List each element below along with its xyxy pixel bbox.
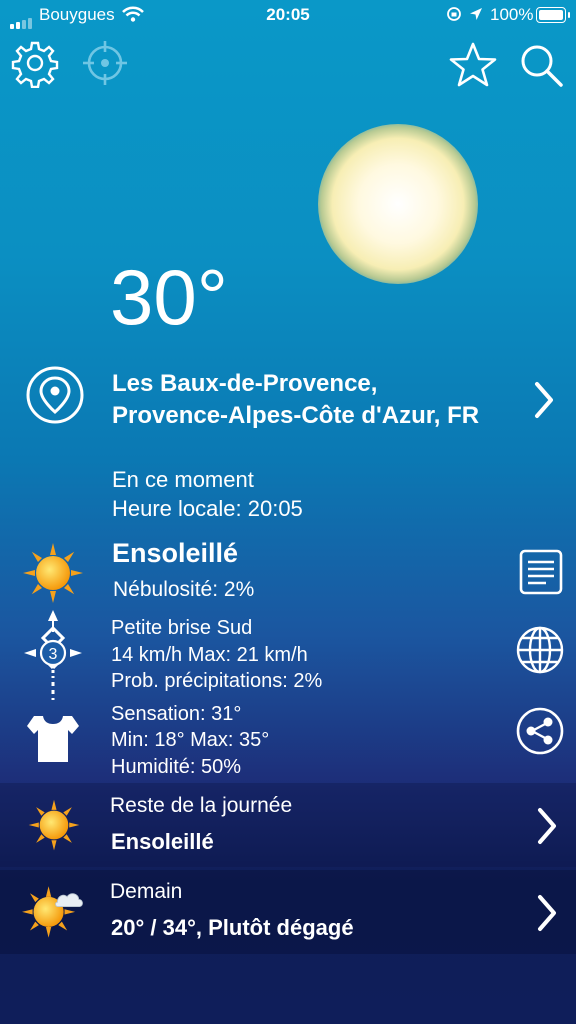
wind-force: 3 <box>49 646 58 663</box>
share-icon[interactable] <box>515 706 565 756</box>
search-icon[interactable] <box>516 40 566 90</box>
location-region: Provence-Alpes-Côte d'Azur, FR <box>112 402 480 429</box>
feels-like: Sensation: 31° <box>111 703 242 725</box>
location-pin-icon[interactable] <box>25 365 85 425</box>
gear-icon[interactable] <box>10 38 60 88</box>
local-time: Heure locale: 20:05 <box>112 496 303 521</box>
rotation-lock-icon <box>447 7 461 21</box>
sun-icon <box>28 799 80 851</box>
location-city: Les Baux-de-Provence, <box>112 370 378 397</box>
precip-probability: Prob. précipitations: 2% <box>111 670 323 692</box>
condition-title: Ensoleillé <box>112 538 239 568</box>
details-document-icon[interactable] <box>518 548 564 596</box>
rest-of-day-label: Reste de la journée <box>110 794 293 817</box>
chevron-right-icon[interactable] <box>536 806 558 846</box>
wind-speed: 14 km/h Max: 21 km/h <box>111 644 308 666</box>
location-name[interactable]: Les Baux-de-Provence, Provence-Alpes-Côt… <box>112 368 479 432</box>
battery-icon <box>536 7 570 23</box>
min-max: Min: 18° Max: 35° <box>111 729 270 751</box>
tomorrow-label: Demain <box>110 880 183 903</box>
chevron-right-icon[interactable] <box>533 380 555 420</box>
wind-description: Petite brise Sud <box>111 617 253 639</box>
crosshair-icon[interactable] <box>80 38 130 88</box>
rest-of-day-value: Ensoleillé <box>111 829 214 854</box>
cloud-cover: Nébulosité: 2% <box>113 578 255 601</box>
tomorrow-value: 20° / 34°, Plutôt dégagé <box>111 915 354 940</box>
status-bar: Bouygues 20:05 100% <box>0 0 576 30</box>
sun-illustration <box>318 124 478 284</box>
star-icon[interactable] <box>448 40 498 90</box>
tomorrow-row[interactable] <box>0 870 576 954</box>
battery-percent: 100% <box>490 5 534 24</box>
globe-icon[interactable] <box>515 625 565 675</box>
wind-compass-icon: 3 <box>24 610 82 700</box>
current-temperature: 30° <box>110 253 228 341</box>
sun-cloud-icon <box>22 886 83 938</box>
now-label: En ce moment <box>112 467 254 492</box>
location-arrow-icon <box>470 8 482 20</box>
chevron-right-icon[interactable] <box>536 893 558 933</box>
sun-icon <box>23 543 83 603</box>
tshirt-icon <box>27 716 79 762</box>
humidity: Humidité: 50% <box>111 756 242 778</box>
